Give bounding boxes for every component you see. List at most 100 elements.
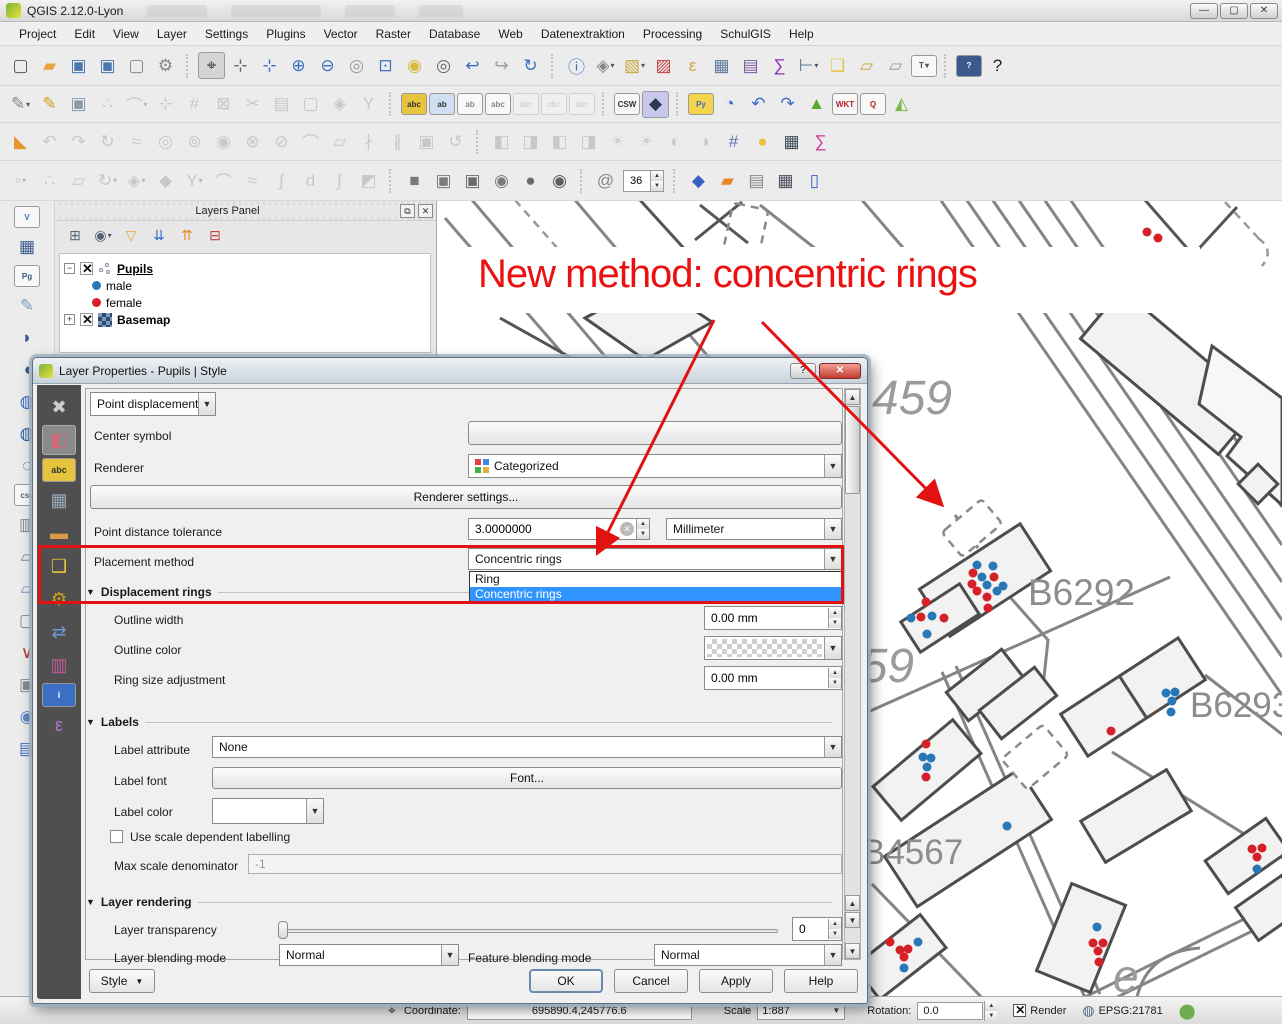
raster-calculator-icon[interactable]: ▦ [772,167,799,194]
layer-row-pupils[interactable]: − Pupils [64,260,426,277]
zoom-out-icon[interactable]: ⊖ [314,52,341,79]
legend-row-female[interactable]: female [64,294,426,311]
grid-icon[interactable]: # [720,128,747,155]
processing-toolbox-icon[interactable]: ◆ [685,167,712,194]
decrease-brightness-icon[interactable]: ☀ [633,128,660,155]
text-annotation-icon[interactable]: T [911,55,937,77]
reshape-icon[interactable]: ▱ [326,128,353,155]
delete-selected-icon[interactable]: ⊠ [210,91,237,118]
scroll-down-icon[interactable]: ▼ [845,943,860,959]
tab-general[interactable]: ✖ [42,392,76,422]
new-project-icon[interactable]: ▢ [7,52,34,79]
toggle-editing-icon[interactable]: ✎ [36,91,63,118]
center-symbol-button[interactable] [468,421,842,445]
advanced-undo-icon[interactable]: ↶ [36,128,63,155]
unpin-label-icon[interactable]: ab [457,93,483,115]
show-hide-labels-icon[interactable]: abc [485,93,511,115]
menu-database[interactable]: Database [420,24,489,44]
style-menu-button[interactable]: Style ▼ [89,969,155,993]
menu-vector[interactable]: Vector [315,24,367,44]
pan-to-selection-icon[interactable]: ⊹ [256,52,283,79]
layer-blend-combo[interactable]: Normal ▼ [279,944,459,966]
change-symbol-icon[interactable]: ◈ [123,167,150,194]
zoom-native-icon[interactable]: ◎ [343,52,370,79]
fill-ring-icon[interactable]: ◉ [210,128,237,155]
minimize-button[interactable]: — [1190,3,1218,19]
heatmap-icon[interactable]: ● [749,128,776,155]
zoom-last-icon[interactable]: ↩ [459,52,486,79]
outline-width-spinbox[interactable]: 0.00 mm ▲▼ [704,606,842,630]
font-button[interactable]: Font... [212,767,842,789]
expand-expander-icon[interactable]: + [64,314,75,325]
feature-blend-combo[interactable]: Normal ▼ [654,944,842,966]
save-project-as-icon[interactable]: ▣ [94,52,121,79]
ring-size-spinbox[interactable]: 0.00 mm ▲▼ [704,666,842,690]
outline-color-button[interactable]: ▼ [704,636,842,660]
scroll-up-icon[interactable]: ▲ [845,389,860,405]
chevron-down-icon[interactable]: ▼ [441,945,458,965]
move-point-icon[interactable]: ▱ [65,167,92,194]
select-square-dashed-icon[interactable]: ▣ [459,167,486,194]
add-circular-string-icon[interactable]: ⌒ [123,91,150,118]
reshape-features-icon[interactable]: ◈ [326,91,353,118]
help-button[interactable]: Help [784,969,858,993]
dialog-close-button[interactable]: ✕ [819,363,861,379]
renderer-combo[interactable]: Categorized ▼ [468,454,842,478]
tab-diagrams[interactable]: ▥ [42,650,76,680]
copy-features-icon[interactable]: ▤ [268,91,295,118]
map-refresh-icon[interactable]: ↻ [517,52,544,79]
dialog-help-button[interactable]: ? [790,363,816,379]
chevron-down-icon[interactable]: ▼ [824,455,841,477]
full-cumulative-stretch-icon[interactable]: ◨ [575,128,602,155]
menu-schulgis[interactable]: SchulGIS [711,24,780,44]
whats-this-icon[interactable]: ? [984,52,1011,79]
map-tips-icon[interactable]: ❑ [824,52,851,79]
metasearch-icon[interactable]: ◆ [642,91,669,118]
help-contents-icon[interactable]: ? [956,55,982,77]
menu-help[interactable]: Help [780,24,823,44]
decrease-contrast-icon[interactable]: ◑ [691,128,718,155]
csw-icon[interactable]: CSW [614,93,640,115]
scale-combo[interactable]: 1:887 ▼ [757,1002,845,1020]
filter-legend-icon[interactable]: ▽ [120,224,142,246]
dem-terrain-icon[interactable]: ▲ [803,91,830,118]
split-features-icon[interactable]: Y [355,91,382,118]
layer-label-pupils[interactable]: Pupils [117,262,153,276]
show-bookmarks-icon[interactable]: ▱ [882,52,909,79]
paste-features-icon[interactable]: ▢ [297,91,324,118]
select-by-expression-icon[interactable]: ε [679,52,706,79]
scroll-down2-icon[interactable]: ▼ [845,912,860,928]
wkt-icon[interactable]: WKT [832,93,858,115]
composer-manager-icon[interactable]: ⚙ [152,52,179,79]
zoom-next-icon[interactable]: ↪ [488,52,515,79]
deselect-features-icon[interactable]: ▨ [650,52,677,79]
change-label-icon[interactable]: abc [569,93,595,115]
labels-group-header[interactable]: ▼ Labels [86,715,842,729]
merge-features-icon[interactable]: ▣ [413,128,440,155]
rendering-group-header[interactable]: ▼ Layer rendering [86,895,842,909]
pan-map-icon[interactable]: ⊹ [227,52,254,79]
tab-fields[interactable]: ▦ [42,485,76,515]
open-project-icon[interactable]: ▰ [36,52,63,79]
trace-integral-icon[interactable]: ∫ [268,167,295,194]
point-displacement-icon[interactable]: ▦ [778,128,805,155]
max-scale-input[interactable]: -1 [248,854,842,874]
rotate-symbol-icon[interactable]: ↻ [94,167,121,194]
spinner-arrows-icon[interactable]: ▲▼ [828,668,841,688]
apply-button[interactable]: Apply [699,969,773,993]
pin-symbols-icon[interactable]: ◆ [152,167,179,194]
coordinate-field[interactable]: 695890.4,245776.6 [467,1002,692,1020]
split-parts-icon[interactable]: ∦ [384,128,411,155]
zoom-to-selection-icon[interactable]: ◉ [401,52,428,79]
notebook-icon[interactable]: ▯ [801,167,828,194]
current-edits-icon[interactable]: ✎ [7,91,34,118]
menu-raster[interactable]: Raster [367,24,420,44]
close-button[interactable]: ✕ [1250,3,1278,19]
tab-metadata[interactable]: i [42,683,76,707]
menu-processing[interactable]: Processing [634,24,711,44]
rotate-point-symbols-icon[interactable]: ↺ [442,128,469,155]
menu-view[interactable]: View [104,24,148,44]
chevron-down-icon[interactable]: ▼ [824,737,841,757]
snap-hatch-icon[interactable]: ◩ [355,167,382,194]
digitize-curve-icon[interactable]: ⌒ [210,167,237,194]
